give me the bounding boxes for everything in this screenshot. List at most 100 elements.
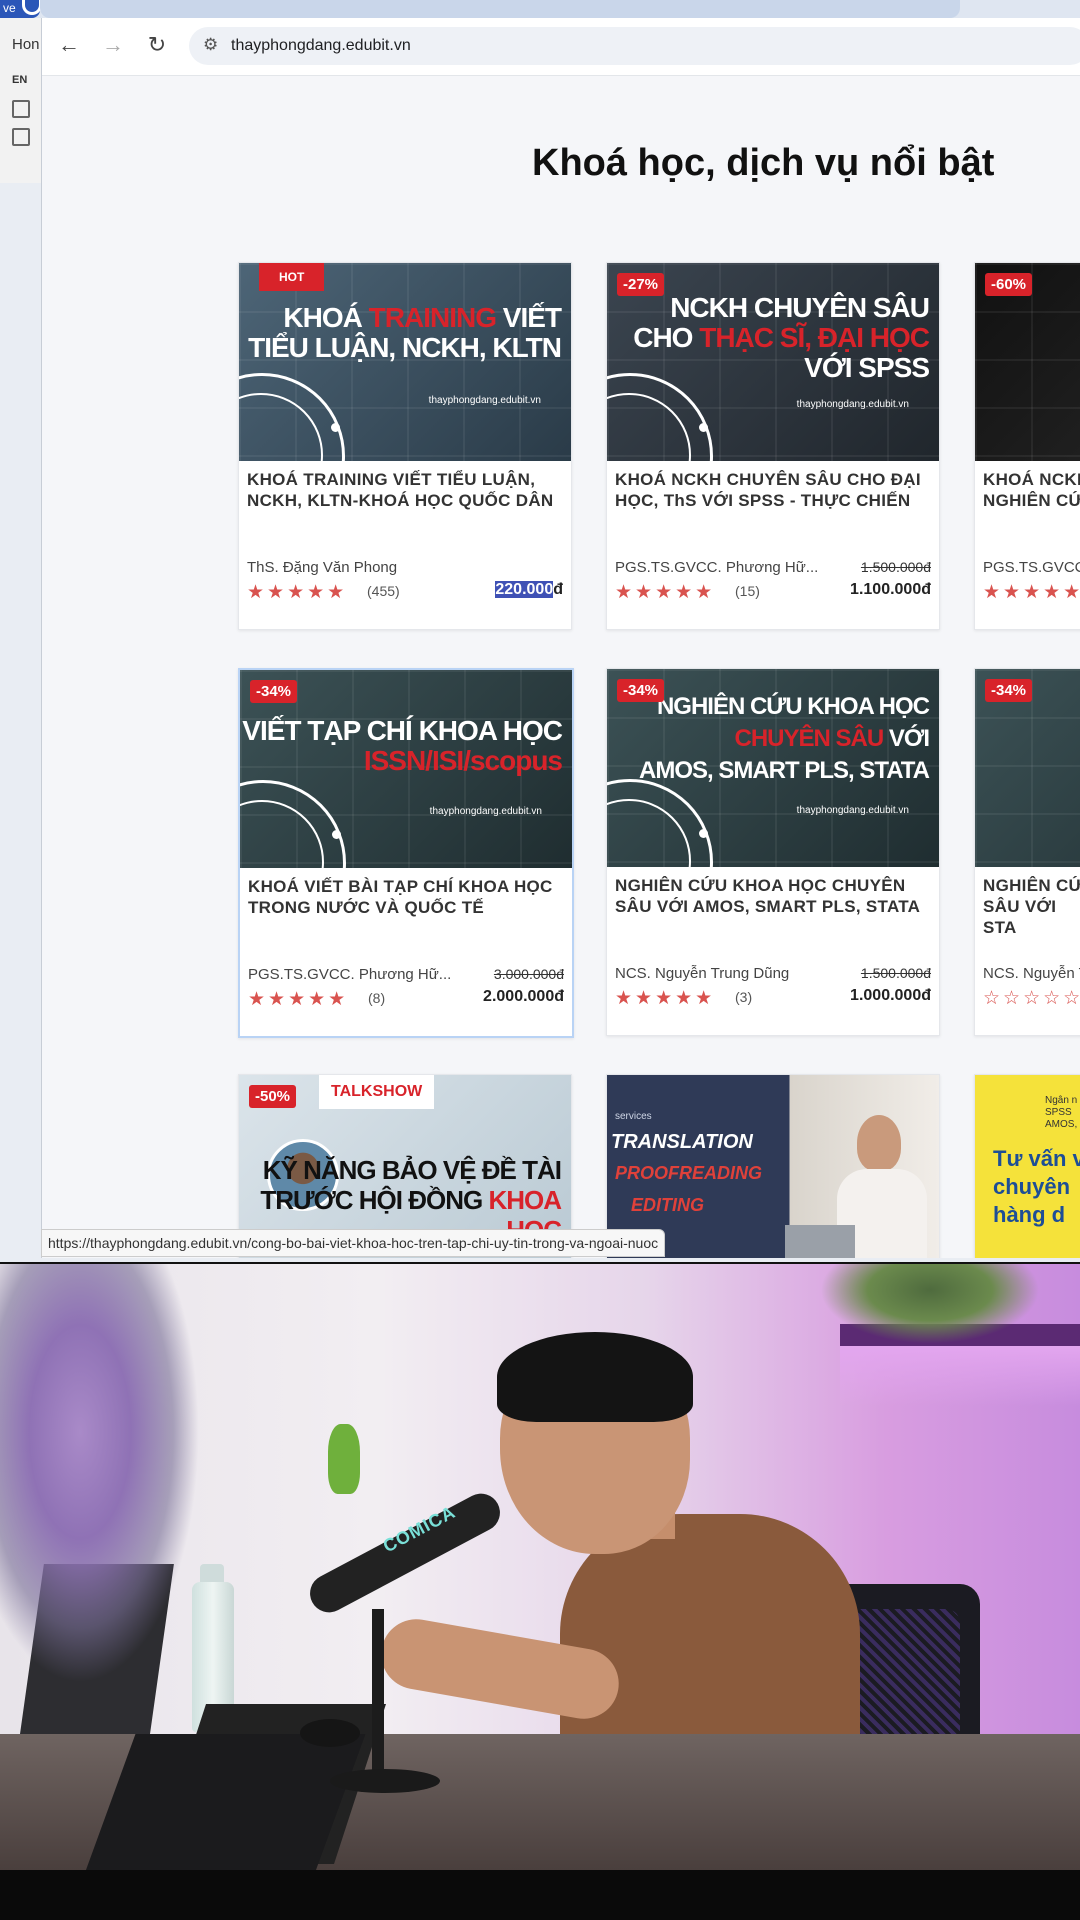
url-text[interactable]: thayphongdang.edubit.vn — [231, 37, 411, 55]
discount-badge: -50% — [249, 1085, 297, 1108]
reload-icon[interactable]: ↻ — [142, 32, 172, 58]
green-toy — [328, 1424, 360, 1494]
course-title[interactable]: NGHIÊN CỨU KHOA HỌC CHUYÊN SÂU VỚI AMOS,… — [615, 875, 935, 917]
thumbnail-site: thayphongdang.edubit.vn — [429, 806, 542, 817]
back-icon[interactable]: ← — [54, 32, 84, 58]
old-price: 1.500.000đ — [860, 559, 931, 575]
address-bar[interactable]: ⚙ thayphongdang.edubit.vn — [189, 27, 1080, 65]
discount-badge: -34% — [617, 679, 665, 702]
tab-loading-icon — [22, 0, 42, 15]
services-label: services — [615, 1111, 652, 1122]
mouse — [300, 1719, 360, 1747]
black-bar — [0, 1870, 1080, 1920]
decorative-dot — [332, 830, 341, 839]
decorative-dot — [331, 423, 340, 432]
thumbnail-heading: NCKH CHUYÊN SÂU CHO THẠC SĨ, ĐẠI HỌC VỚI S… — [633, 292, 930, 383]
discount-badge: -60% — [985, 273, 1033, 296]
course-price: 2.000.000đ — [483, 988, 564, 1005]
browser-toolbar: ← → ↻ ⚙ thayphongdang.edubit.vn — [42, 18, 1080, 76]
active-tab-label: ve — [3, 1, 16, 15]
person-hair — [497, 1332, 693, 1422]
thumbnail-heading: NGHIÊN CỨU KHOA HỌC CHUYÊN SÂU VỚI AMOS, S… — [639, 693, 930, 784]
thumbnail-site: thayphongdang.edubit.vn — [428, 395, 541, 406]
discount-badge: -34% — [985, 679, 1033, 702]
course-title[interactable]: KHOÁ TRAINING VIẾT TIỂU LUẬN, NCKH, KLTN… — [247, 469, 567, 511]
course-author: NCS. Nguyễn Trung Dũng — [615, 965, 790, 982]
course-author: PGS.TS.GVCC. Phương Hữ... — [248, 966, 452, 983]
settings-doc-icon — [12, 128, 30, 146]
thumbnail-site: thayphongdang.edubit.vn — [796, 805, 909, 816]
mic-base — [330, 1769, 440, 1793]
editing-label: EDITING — [631, 1195, 705, 1215]
site-info-icon[interactable]: ⚙ — [203, 35, 218, 55]
background-window: Hon EN — [0, 18, 43, 183]
discount-badge: -27% — [617, 273, 665, 296]
course-card[interactable]: KHOÁ TRAINING VIẾT TIỂU LUẬN, NCKH, KLTN … — [238, 262, 572, 630]
course-thumbnail: NCKH CHUYÊN SÂU CHO THẠC SĨ, ĐẠI HỌC VỚI S… — [607, 263, 939, 461]
review-count: (8) — [368, 990, 386, 1006]
rating-stars: ★★★★★ — [615, 582, 716, 603]
page-title: Khoá học, dịch vụ nổi bật — [532, 142, 995, 184]
translation-label: TRANSLATION — [611, 1131, 753, 1153]
woman-photo — [857, 1115, 901, 1171]
course-thumbnail: -34% — [975, 669, 1080, 867]
active-tab[interactable]: ve — [0, 0, 42, 18]
purple-light — [840, 1346, 1080, 1406]
course-author: NCS. Nguyễn T — [983, 965, 1080, 982]
talkshow-tag: TALKSHOW — [319, 1075, 435, 1109]
old-price: 1.500.000đ — [860, 965, 931, 981]
course-card[interactable]: Ngân n SPSS AMOS, Tư vấn v chuyên hàng d — [974, 1074, 1080, 1258]
course-card[interactable]: -34% NGHIÊN CỨ SÂU VỚI STA NCS. Nguyễn T… — [974, 668, 1080, 1036]
decorative-dot — [699, 423, 708, 432]
course-title[interactable]: KHOÁ NCKH NGHIÊN CỨ — [983, 469, 1080, 511]
rating-stars: ★★★★★ — [615, 988, 716, 1009]
course-thumbnail: KHOÁ TRAINING VIẾT TIỂU LUẬN, NCKH, KLTN … — [239, 263, 571, 461]
rating-stars: ☆☆☆☆☆ — [983, 988, 1080, 1009]
course-author: PGS.TS.GVCC. Phương Hữ... — [615, 559, 819, 576]
course-card[interactable]: NCKH CHUYÊN SÂU CHO THẠC SĨ, ĐẠI HỌC VỚI S… — [606, 262, 940, 630]
rating-stars: ★★★★★ — [247, 582, 348, 603]
thumbnail-small-text: Ngân n SPSS AMOS, — [1045, 1095, 1078, 1130]
rating-stars: ★★★★★ — [983, 582, 1080, 603]
course-card[interactable]: -60% KHOÁ NCKH NGHIÊN CỨ PGS.TS.GVCC. P … — [974, 262, 1080, 630]
course-author: PGS.TS.GVCC. P — [983, 559, 1080, 576]
review-count: (3) — [735, 989, 753, 1005]
screen-capture: ve Hon EN ← → ↻ ⚙ thayphongdang.edubit.v… — [0, 0, 1080, 1262]
tab-strip: ve — [0, 0, 1080, 18]
old-price: 3.000.000đ — [493, 966, 564, 982]
review-count: (455) — [367, 583, 400, 599]
background-lang-label: EN — [12, 74, 28, 86]
thumbnail-heading: KHOÁ TRAINING VIẾT TIỂU LUẬN, NCKH, KLTN — [248, 302, 562, 363]
forward-icon[interactable]: → — [98, 32, 128, 58]
course-card[interactable]: NGHIÊN CỨU KHOA HỌC CHUYÊN SÂU VỚI AMOS, S… — [606, 668, 940, 1036]
thumbnail-site: thayphongdang.edubit.vn — [796, 399, 909, 410]
web-page: Khoá học, dịch vụ nổi bật KHOÁ TRAINING … — [42, 76, 1080, 1258]
hanging-plant — [820, 1264, 1040, 1344]
course-thumbnail: Ngân n SPSS AMOS, Tư vấn v chuyên hàng d — [975, 1075, 1080, 1258]
rating-stars: ★★★★★ — [248, 989, 349, 1010]
background-home-label: Hon — [12, 36, 40, 53]
laptop-photo — [785, 1225, 855, 1258]
tab-bar[interactable] — [40, 0, 960, 18]
course-title[interactable]: KHOÁ NCKH CHUYÊN SÂU CHO ĐẠI HỌC, ThS VỚ… — [615, 469, 935, 511]
browser-window: ← → ↻ ⚙ thayphongdang.edubit.vn Khoá học… — [41, 18, 1080, 1258]
decorative-dot — [699, 829, 708, 838]
mic-stand — [372, 1609, 384, 1779]
course-title[interactable]: KHOÁ VIẾT BÀI TẠP CHÍ KHOA HỌC TRONG NƯỚ… — [248, 876, 568, 918]
course-thumbnail: -60% — [975, 263, 1080, 461]
flower-plant — [0, 1264, 200, 1684]
status-bar-url: https://thayphongdang.edubit.vn/cong-bo-… — [41, 1229, 666, 1257]
course-title[interactable]: NGHIÊN CỨ SÂU VỚI STA — [983, 875, 1080, 938]
proofreading-label: PROOFREADING — [615, 1163, 763, 1183]
review-count: (15) — [735, 583, 760, 599]
course-price: 1.000.000đ — [850, 987, 931, 1004]
hot-badge: HOT — [259, 263, 325, 291]
selected-price-text: 220.000 — [495, 581, 554, 598]
microphone — [303, 1486, 507, 1620]
thumbnail-heading: VIẾT TẠP CHÍ KHOA HỌC ISSN/ISI/scopus — [242, 715, 563, 776]
course-price: 1.100.000đ — [850, 581, 931, 598]
thumbnail-heading: Tư vấn v chuyên hàng d — [993, 1146, 1080, 1227]
course-author: ThS. Đặng Văn Phong — [247, 559, 398, 576]
course-price: 220.000đ — [495, 581, 563, 598]
course-card-hovered[interactable]: VIẾT TẠP CHÍ KHOA HỌC ISSN/ISI/scopus tha… — [238, 668, 574, 1038]
